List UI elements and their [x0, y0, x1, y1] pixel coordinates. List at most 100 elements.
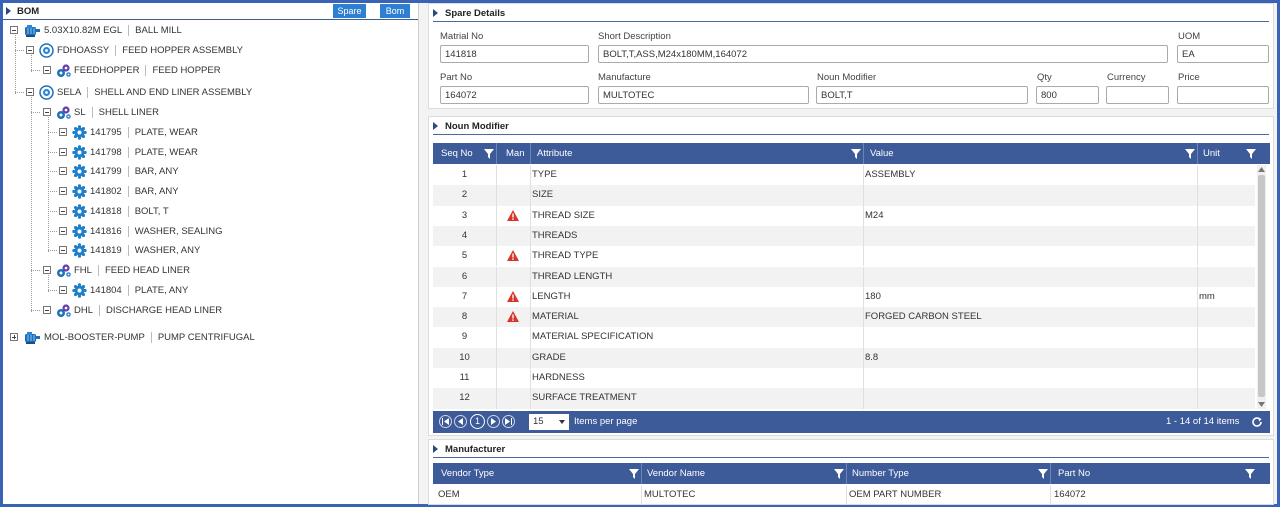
- filter-icon[interactable]: [1246, 149, 1256, 159]
- tree-node[interactable]: 5.03X10.82M EGL BALL MILL: [10, 21, 182, 39]
- filter-icon[interactable]: [1038, 469, 1048, 479]
- table-row[interactable]: 2 SIZE: [433, 185, 1255, 206]
- scrollbar-thumb[interactable]: [1258, 175, 1265, 397]
- part-no-label: Part No: [440, 72, 473, 83]
- table-row[interactable]: 4 THREADS: [433, 225, 1255, 247]
- tree-node[interactable]: 141798 PLATE, WEAR: [59, 143, 198, 161]
- collapse-icon[interactable]: [43, 266, 51, 274]
- attribute-header[interactable]: Attribute: [532, 143, 572, 164]
- collapse-icon[interactable]: [43, 108, 51, 116]
- tree-node[interactable]: 141819 WASHER, ANY: [59, 241, 200, 259]
- seq-no-header[interactable]: Seq No: [436, 143, 473, 164]
- tree-connector: [31, 270, 40, 271]
- scroll-up-icon[interactable]: [1258, 167, 1265, 172]
- currency-field[interactable]: [1106, 86, 1169, 104]
- qty-field[interactable]: [1036, 86, 1099, 104]
- refresh-icon[interactable]: [1251, 416, 1263, 428]
- vendor-type-header[interactable]: Vendor Type: [436, 463, 494, 484]
- spare-button[interactable]: Spare: [333, 4, 366, 18]
- column-divider: [863, 185, 864, 206]
- current-page[interactable]: 1: [470, 414, 485, 429]
- first-page-button[interactable]: [439, 415, 452, 428]
- noun-modifier-field[interactable]: [816, 86, 1028, 104]
- collapse-icon[interactable]: [59, 148, 67, 156]
- filter-icon[interactable]: [1185, 149, 1195, 159]
- part-no-header[interactable]: Part No: [1053, 463, 1090, 484]
- tree-node-description: WASHER, ANY: [134, 244, 201, 256]
- manufacture-field[interactable]: [598, 86, 809, 104]
- table-row[interactable]: 11 HARDNESS: [433, 368, 1255, 389]
- tree-node[interactable]: SL SHELL LINER: [43, 103, 159, 121]
- tree-node[interactable]: 141799 BAR, ANY: [59, 162, 179, 180]
- material-no-field[interactable]: [440, 45, 589, 63]
- tree-node[interactable]: SELA SHELL AND END LINER ASSEMBLY: [26, 83, 252, 101]
- page-size-select[interactable]: 15: [529, 414, 569, 430]
- tree-node[interactable]: 141795 PLATE, WEAR: [59, 123, 198, 141]
- number-type-header[interactable]: Number Type: [847, 463, 909, 484]
- collapse-icon[interactable]: [59, 187, 67, 195]
- table-row[interactable]: 8 MATERIAL FORGED CARBON STEEL: [433, 307, 1255, 328]
- section-collapse-icon[interactable]: [433, 122, 438, 130]
- collapse-icon[interactable]: [59, 128, 67, 136]
- prev-page-button[interactable]: [454, 415, 467, 428]
- collapse-icon[interactable]: [26, 88, 34, 96]
- column-divider: [530, 246, 531, 267]
- manufacturer-grid-header: Vendor Type Vendor Name Number Type Part…: [433, 463, 1270, 484]
- table-row[interactable]: 10 GRADE 8.8: [433, 347, 1255, 368]
- collapse-icon[interactable]: [43, 306, 51, 314]
- tree-node-code: FDHOASSY: [57, 44, 110, 56]
- table-row[interactable]: 3 THREAD SIZE M24: [433, 205, 1255, 226]
- table-row[interactable]: OEM MULTOTEC OEM PART NUMBER 164072: [433, 485, 1270, 505]
- unit-header[interactable]: Unit: [1198, 143, 1220, 164]
- tree-node[interactable]: FDHOASSY FEED HOPPER ASSEMBLY: [26, 41, 243, 59]
- filter-icon[interactable]: [1245, 469, 1255, 479]
- table-row[interactable]: 5 THREAD TYPE: [433, 246, 1255, 267]
- section-collapse-icon[interactable]: [433, 445, 438, 453]
- tree-node[interactable]: 141818 BOLT, T: [59, 202, 169, 220]
- section-collapse-icon[interactable]: [433, 9, 438, 17]
- next-page-button[interactable]: [487, 415, 500, 428]
- tree-node-code: FHL: [74, 264, 92, 276]
- man-header[interactable]: Man: [501, 143, 524, 164]
- collapse-icon[interactable]: [43, 66, 51, 74]
- tree-node[interactable]: FHL FEED HEAD LINER: [43, 261, 190, 279]
- tree-separator: [128, 24, 130, 36]
- grid-scrollbar[interactable]: [1257, 165, 1266, 409]
- table-row[interactable]: 9 MATERIAL SPECIFICATION: [433, 327, 1255, 348]
- short-description-field[interactable]: [598, 45, 1168, 63]
- collapse-icon[interactable]: [59, 167, 67, 175]
- last-page-button[interactable]: [502, 415, 515, 428]
- filter-icon[interactable]: [834, 469, 844, 479]
- table-row[interactable]: 6 THREAD LENGTH: [433, 266, 1255, 287]
- filter-icon[interactable]: [851, 149, 861, 159]
- panel-collapse-icon[interactable]: [6, 7, 11, 15]
- tree-node[interactable]: 141802 BAR, ANY: [59, 182, 179, 200]
- tree-node[interactable]: 141816 WASHER, SEALING: [59, 222, 223, 240]
- table-row[interactable]: 12 SURFACE TREATMENT: [433, 388, 1255, 409]
- collapse-icon[interactable]: [26, 46, 34, 54]
- collapse-icon[interactable]: [59, 207, 67, 215]
- value-header[interactable]: Value: [865, 143, 894, 164]
- expand-icon[interactable]: [10, 333, 18, 341]
- filter-icon[interactable]: [629, 469, 639, 479]
- tree-node[interactable]: MOL-BOOSTER-PUMP PUMP CENTRIFUGAL: [10, 328, 255, 346]
- scroll-down-icon[interactable]: [1258, 402, 1265, 407]
- collapse-icon[interactable]: [59, 227, 67, 235]
- uom-field[interactable]: [1177, 45, 1269, 63]
- gear-icon: [72, 223, 87, 239]
- vendor-name-header[interactable]: Vendor Name: [642, 463, 705, 484]
- filter-icon[interactable]: [484, 149, 494, 159]
- tree-node[interactable]: DHL DISCHARGE HEAD LINER: [43, 301, 222, 319]
- part-no-field[interactable]: [440, 86, 589, 104]
- collapse-icon[interactable]: [10, 26, 18, 34]
- table-row[interactable]: 7 LENGTH 180 mm: [433, 286, 1255, 308]
- table-row[interactable]: 1 TYPE ASSEMBLY: [433, 165, 1255, 186]
- tree-node[interactable]: FEEDHOPPER FEED HOPPER: [43, 61, 221, 79]
- column-divider: [496, 388, 497, 409]
- collapse-icon[interactable]: [59, 246, 67, 254]
- bom-button[interactable]: Bom: [380, 4, 410, 18]
- price-field[interactable]: [1177, 86, 1269, 104]
- tree-node[interactable]: 141804 PLATE, ANY: [59, 281, 188, 299]
- tree-node-code: 141804: [90, 284, 122, 296]
- collapse-icon[interactable]: [59, 286, 67, 294]
